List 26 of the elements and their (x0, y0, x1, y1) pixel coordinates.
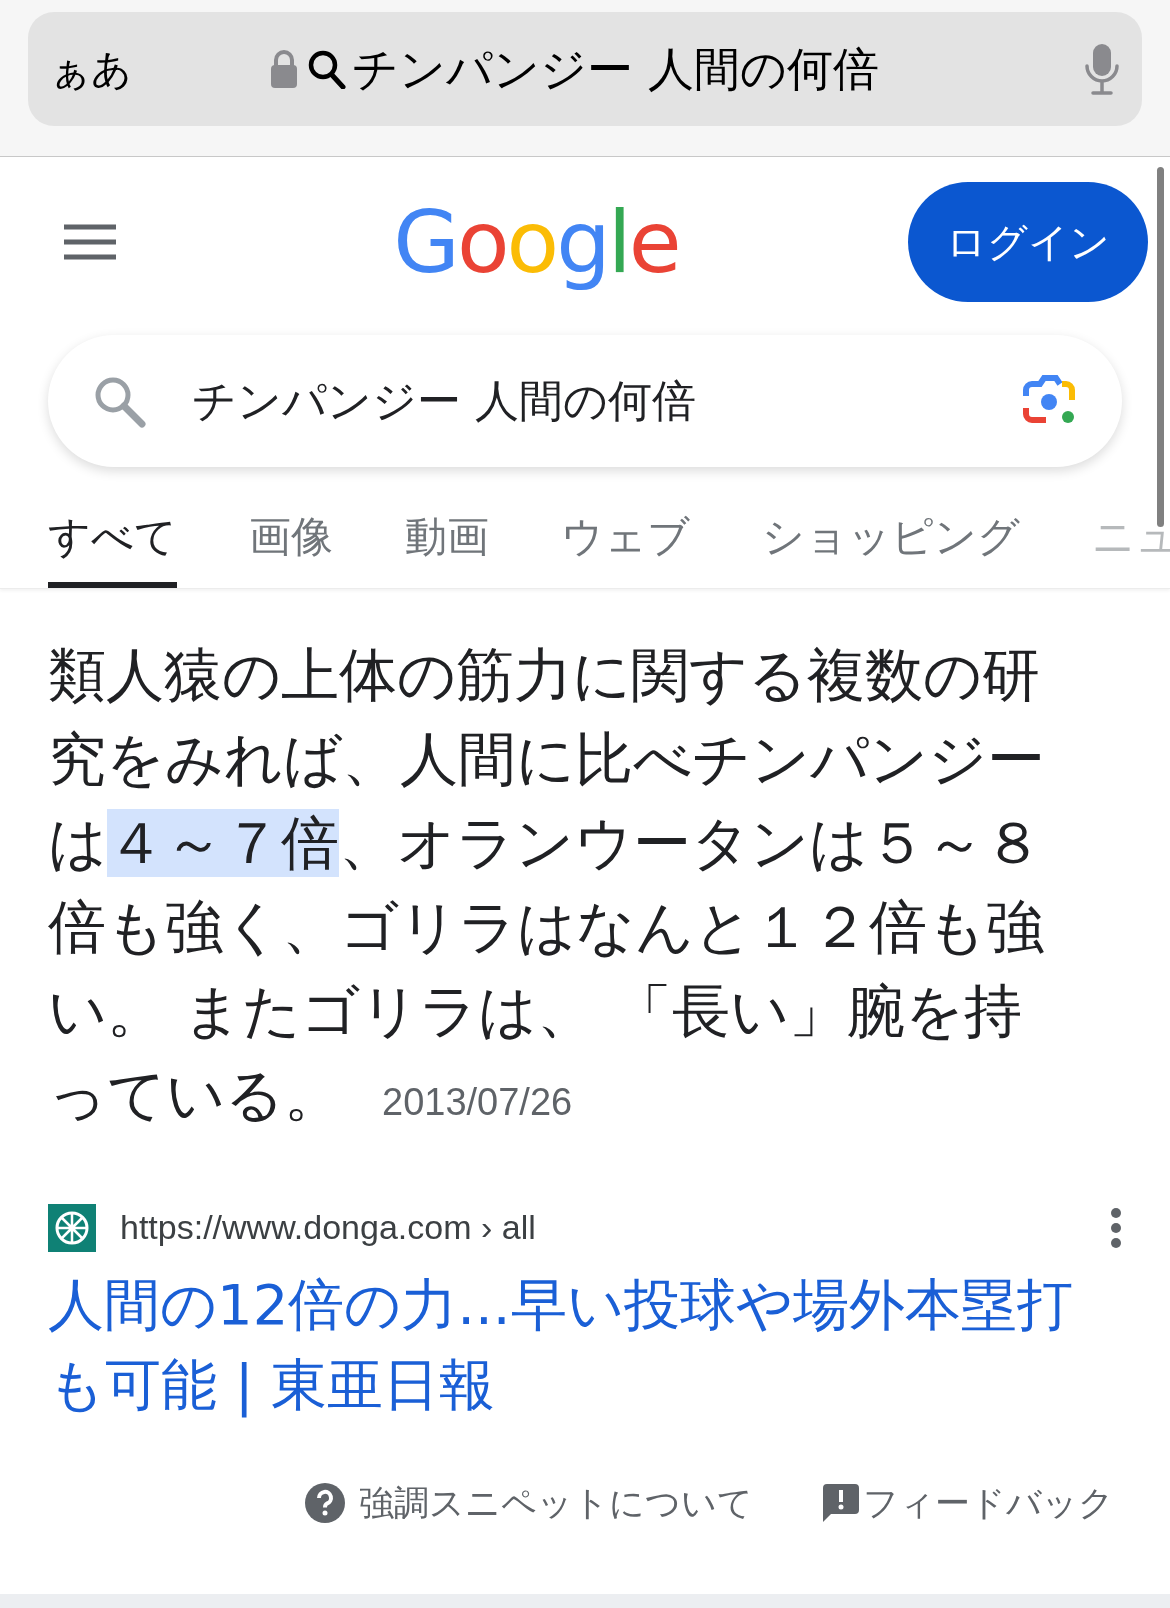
more-options-icon[interactable] (1110, 1207, 1122, 1248)
tab[interactable]: 動画 (405, 505, 489, 588)
help-icon (305, 1483, 345, 1524)
tab[interactable]: ウェブ (561, 505, 690, 588)
snippet-text: 類人猿の上体の筋力に関する複数の研究をみれば、人間に比べチンパンジーは ４～７倍、オランウータンは５～８倍も強く、ゴリラはなんと１２倍も強い。 またゴリラは、 「長い」腕を持っている。 2013/07/26 (47, 640, 1046, 1131)
menu-icon[interactable] (62, 223, 118, 261)
site-favicon (48, 1203, 96, 1252)
login-button[interactable]: ログイン (908, 182, 1148, 302)
feedback-icon (823, 1484, 859, 1523)
lock-icon (270, 50, 298, 88)
address-query: チンパンジー 人間の何倍 (352, 40, 879, 98)
text-size-button[interactable]: ぁあ (50, 39, 270, 99)
feedback-button[interactable]: フィードバック (823, 1477, 1114, 1530)
result-title-link[interactable]: 人間の12倍の力...早い投球や場外本塁打も可能 | 東亜日報 (0, 1265, 1170, 1425)
search-field[interactable]: チンパンジー 人間の何倍 (48, 335, 1122, 467)
snippet-date: 2013/07/26 (382, 1081, 573, 1123)
tab[interactable]: すべて (48, 505, 177, 588)
microphone-icon[interactable] (1084, 42, 1120, 96)
tab[interactable]: 画像 (249, 505, 333, 588)
address-bar[interactable]: ぁあ チンパンジー 人間の何倍 (28, 12, 1142, 126)
tab[interactable]: ショッピング (762, 505, 1020, 588)
about-snippet-link[interactable]: 強調スニペットについて (305, 1477, 753, 1530)
logo: Google (393, 190, 679, 294)
search-value: チンパンジー 人間の何倍 (192, 374, 697, 428)
result-url: https://www.donga.com › all (120, 1207, 537, 1248)
search-icon (308, 49, 346, 89)
